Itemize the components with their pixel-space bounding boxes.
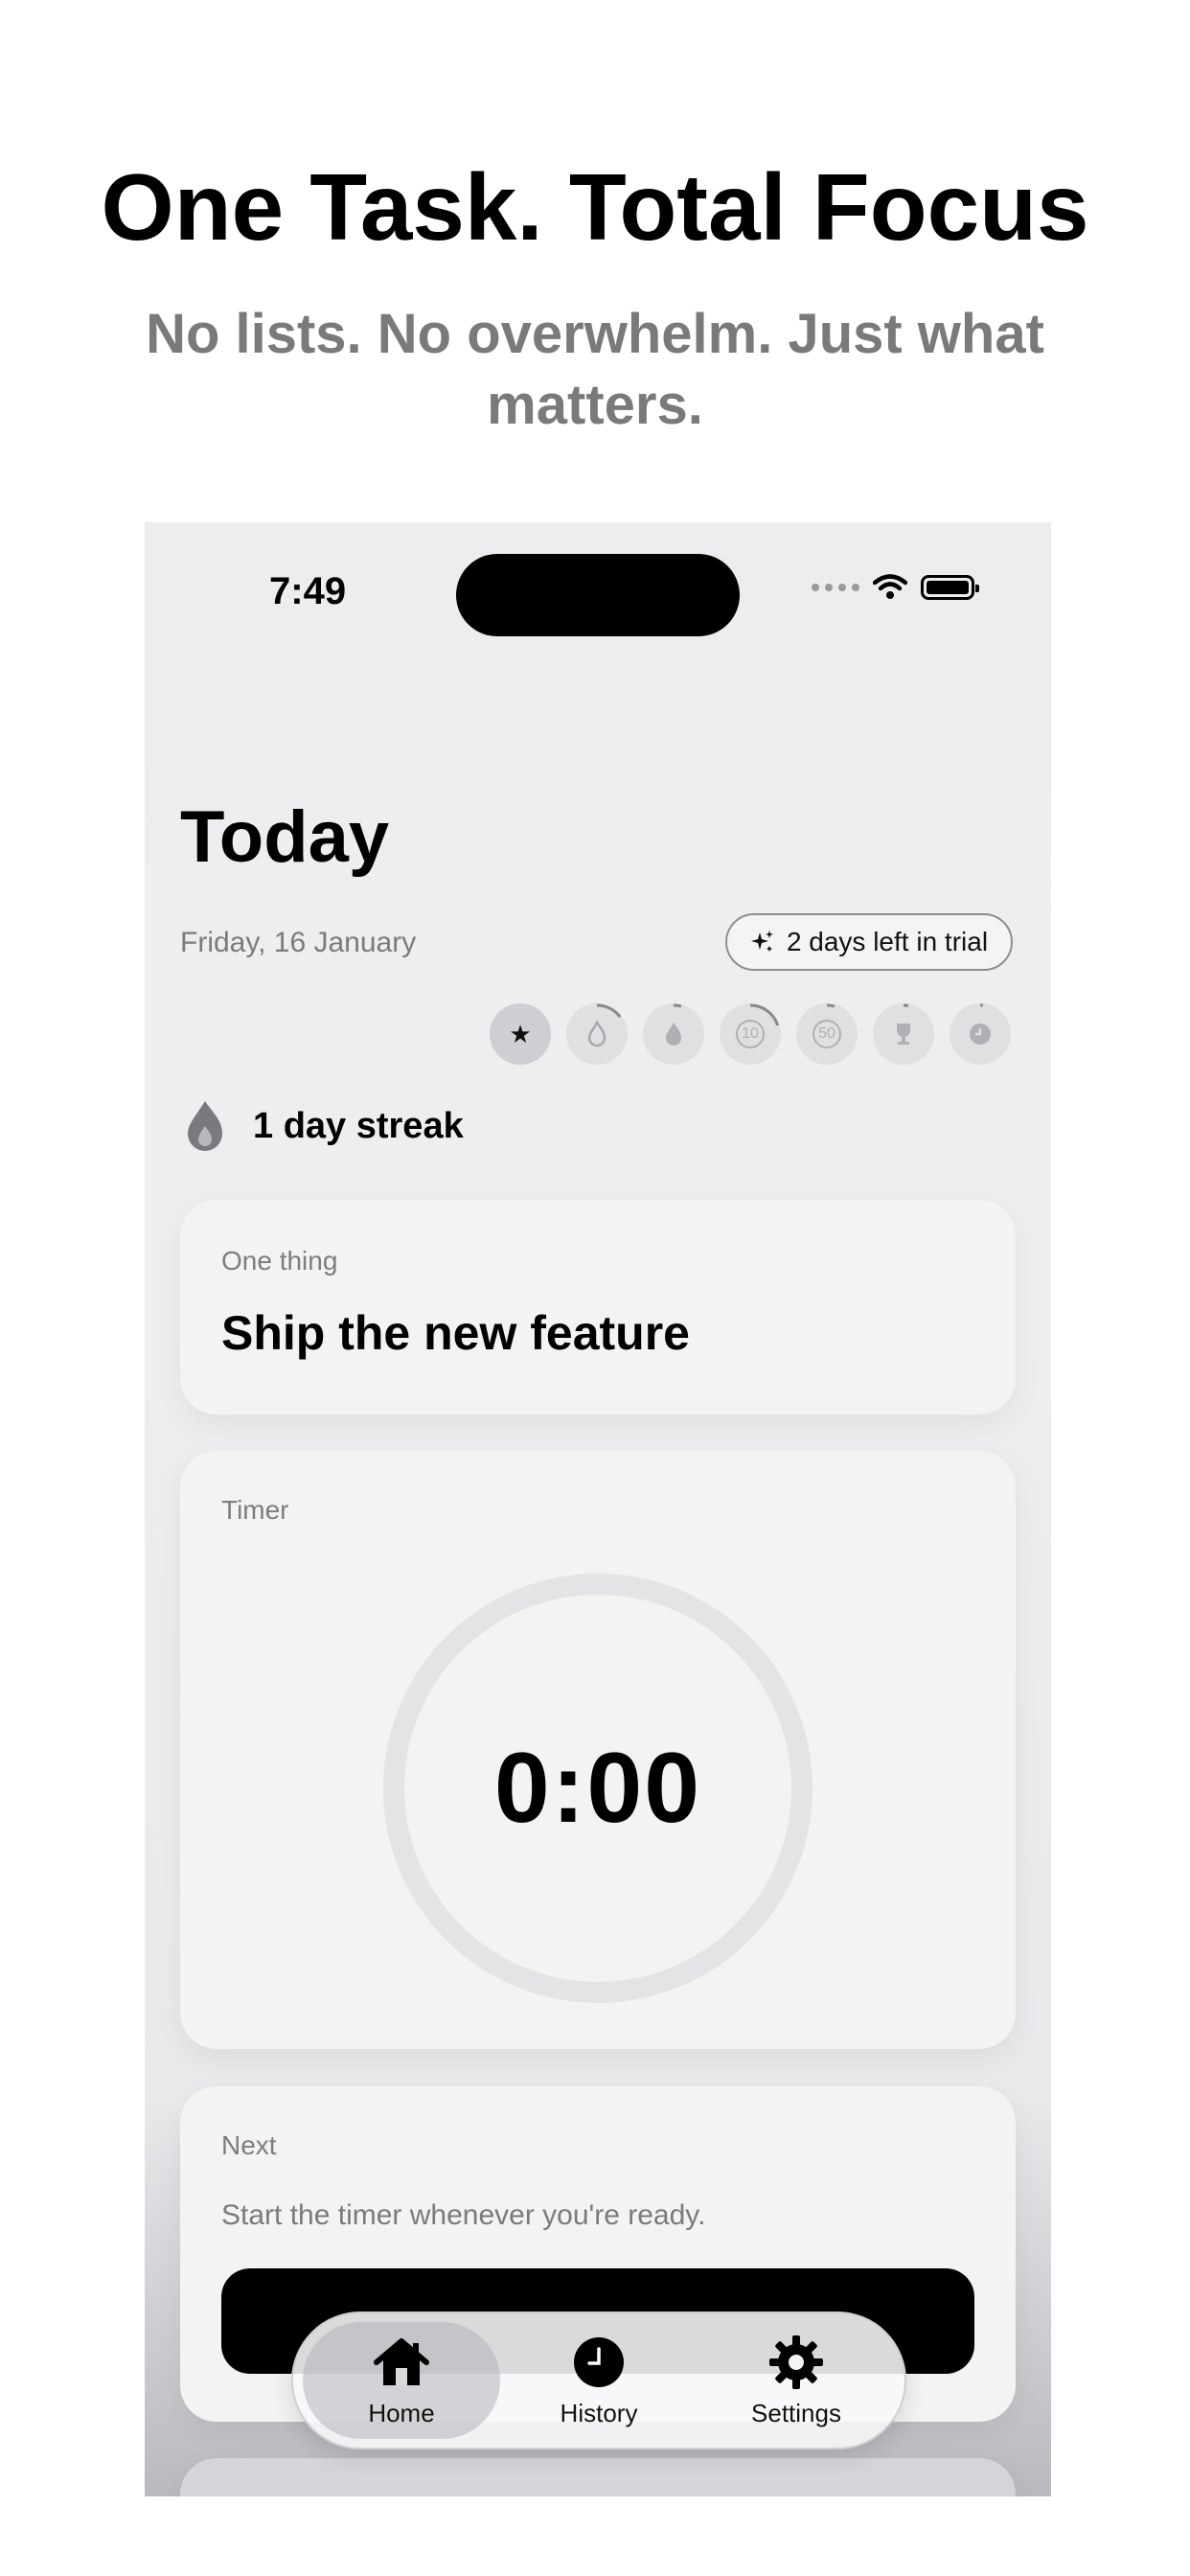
promo-headline: One Task. Total Focus — [101, 154, 1089, 260]
timer-ring[interactable]: 0:00 — [383, 1574, 812, 2003]
dynamic-island — [456, 554, 740, 636]
page-title: Today — [180, 796, 390, 878]
star-icon[interactable]: ★ — [490, 1003, 551, 1065]
trophy-icon[interactable] — [873, 1003, 934, 1065]
clock-icon — [568, 2334, 629, 2391]
timer-card[interactable]: Timer 0:00 — [180, 1451, 1016, 2049]
next-card-label: Next — [221, 2130, 277, 2160]
flame-outline-icon[interactable] — [566, 1003, 628, 1065]
phone-screen: 7:49 Today Friday, 16 January 2 days lef… — [145, 522, 1051, 2496]
promo-subline: No lists. No overwhelm. Just what matter… — [146, 303, 1044, 436]
status-icons — [812, 574, 979, 601]
flame-icon[interactable] — [643, 1003, 704, 1065]
flame-icon — [180, 1097, 230, 1155]
tab-settings-label: Settings — [751, 2398, 841, 2427]
trial-badge-label: 2 days left in trial — [786, 927, 989, 956]
clock-badge-icon[interactable] — [950, 1003, 1011, 1065]
date-label: Friday, 16 January — [180, 927, 417, 958]
tab-history-label: History — [560, 2398, 638, 2427]
gear-icon — [766, 2334, 827, 2391]
trial-badge-button[interactable]: 2 days left in trial — [725, 913, 1013, 971]
task-title: Ship the new feature — [221, 1306, 690, 1360]
tab-history[interactable]: History — [500, 2322, 698, 2439]
tab-home-label: Home — [368, 2398, 435, 2427]
tab-settings[interactable]: Settings — [698, 2322, 895, 2439]
streak-label: 1 day streak — [253, 1105, 464, 1146]
achievement-badges: ★ 10 50 — [490, 1003, 1011, 1065]
partial-card — [180, 2458, 1016, 2496]
wifi-icon — [873, 574, 907, 599]
house-icon — [371, 2334, 432, 2391]
sparkles-icon — [750, 931, 773, 952]
timer-card-label: Timer — [221, 1495, 289, 1525]
fifty-badge-icon[interactable]: 50 — [796, 1003, 858, 1065]
tab-bar: Home History Settings — [291, 2312, 906, 2450]
cellular-signal-icon — [812, 584, 859, 591]
tab-home[interactable]: Home — [303, 2322, 500, 2439]
task-card[interactable]: One thing Ship the new feature — [180, 1200, 1016, 1414]
streak-row: 1 day streak — [180, 1097, 464, 1155]
next-card-message: Start the timer whenever you're ready. — [221, 2199, 706, 2231]
task-card-label: One thing — [221, 1246, 338, 1276]
ten-badge-icon[interactable]: 10 — [720, 1003, 781, 1065]
status-time: 7:49 — [269, 570, 347, 612]
timer-value: 0:00 — [493, 1732, 702, 1844]
battery-icon — [921, 575, 979, 600]
